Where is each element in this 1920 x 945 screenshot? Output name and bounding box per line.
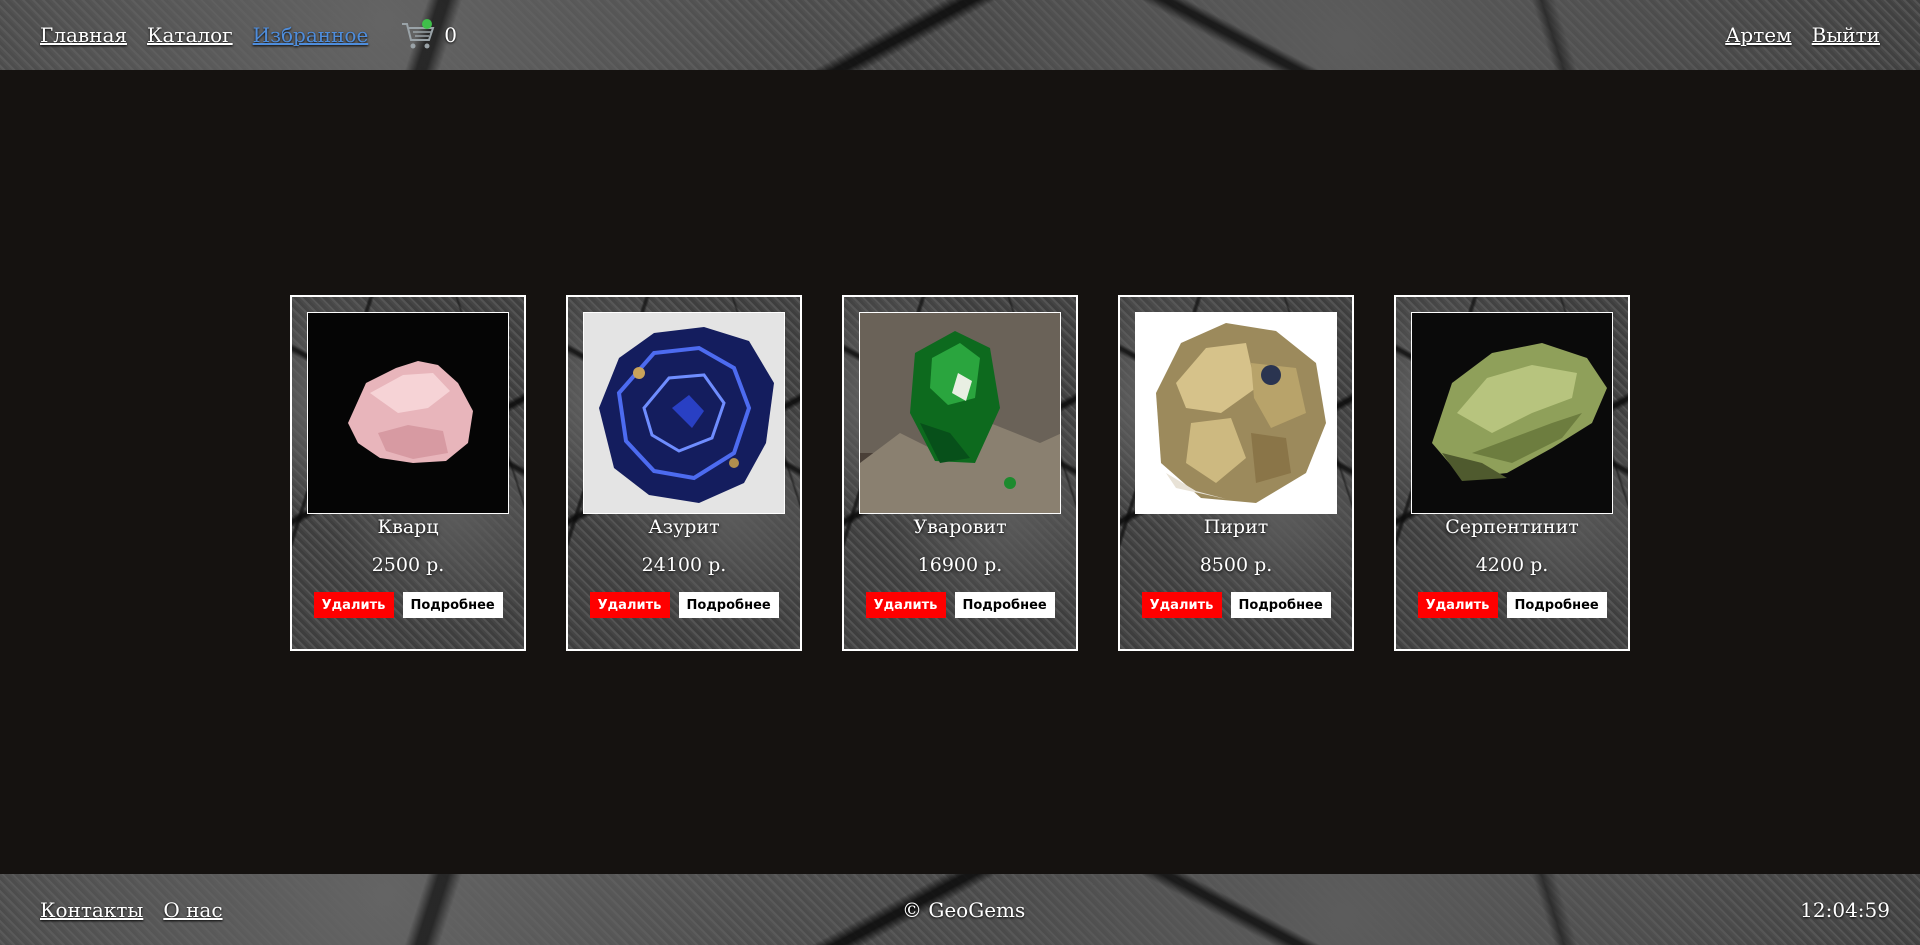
product-image[interactable] xyxy=(1411,312,1613,514)
product-card-quartz: Кварц 2500 р. Удалить Подробнее xyxy=(290,295,526,651)
product-card-uvarovite: Уваровит 16900 р. Удалить Подробнее xyxy=(842,295,1078,651)
product-image[interactable] xyxy=(859,312,1061,514)
user-profile-link[interactable]: Артем xyxy=(1725,23,1791,47)
site-footer: Контакты О нас © GeoGems 12:04:59 xyxy=(0,874,1920,945)
remove-button[interactable]: Удалить xyxy=(1141,592,1222,618)
details-button[interactable]: Подробнее xyxy=(402,592,503,618)
product-name: Уваровит xyxy=(913,516,1007,538)
product-name: Пирит xyxy=(1203,516,1269,538)
footer-link-about[interactable]: О нас xyxy=(163,898,222,922)
product-image[interactable] xyxy=(1135,312,1337,514)
product-price: 4200 р. xyxy=(1475,554,1549,576)
product-name: Азурит xyxy=(648,516,720,538)
favorites-page: Кварц 2500 р. Удалить Подробнее Азурит 2… xyxy=(0,70,1920,874)
footer-link-contacts[interactable]: Контакты xyxy=(40,898,143,922)
site-header: Главная Каталог Избранное 0 Артем Выйти xyxy=(0,0,1920,70)
product-name: Серпентинит xyxy=(1445,516,1579,538)
product-card-serpentinite: Серпентинит 4200 р. Удалить Подробнее xyxy=(1394,295,1630,651)
remove-button[interactable]: Удалить xyxy=(1417,592,1498,618)
copyright-text: © GeoGems xyxy=(902,897,1026,922)
logout-link[interactable]: Выйти xyxy=(1812,23,1880,47)
remove-button[interactable]: Удалить xyxy=(313,592,394,618)
product-image[interactable] xyxy=(307,312,509,514)
details-button[interactable]: Подробнее xyxy=(954,592,1055,618)
shopping-cart-icon xyxy=(400,18,436,52)
product-card-pyrite: Пирит 8500 р. Удалить Подробнее xyxy=(1118,295,1354,651)
nav-link-catalog[interactable]: Каталог xyxy=(147,23,233,47)
details-button[interactable]: Подробнее xyxy=(1506,592,1607,618)
product-price: 16900 р. xyxy=(917,554,1003,576)
product-price: 2500 р. xyxy=(371,554,445,576)
details-button[interactable]: Подробнее xyxy=(1230,592,1331,618)
product-card-azurite: Азурит 24100 р. Удалить Подробнее xyxy=(566,295,802,651)
product-price: 8500 р. xyxy=(1199,554,1273,576)
cart-count: 0 xyxy=(444,23,458,47)
clock: 12:04:59 xyxy=(1800,897,1890,922)
user-nav: Артем Выйти xyxy=(1705,23,1880,47)
product-image[interactable] xyxy=(583,312,785,514)
remove-button[interactable]: Удалить xyxy=(589,592,670,618)
remove-button[interactable]: Удалить xyxy=(865,592,946,618)
cart-button[interactable]: 0 xyxy=(400,18,457,52)
nav-link-favorites[interactable]: Избранное xyxy=(253,23,369,47)
product-name: Кварц xyxy=(377,516,439,538)
details-button[interactable]: Подробнее xyxy=(678,592,779,618)
product-price: 24100 р. xyxy=(641,554,727,576)
favorites-list: Кварц 2500 р. Удалить Подробнее Азурит 2… xyxy=(290,295,1630,651)
nav-link-home[interactable]: Главная xyxy=(40,23,127,47)
main-nav: Главная Каталог Избранное 0 xyxy=(40,18,457,52)
